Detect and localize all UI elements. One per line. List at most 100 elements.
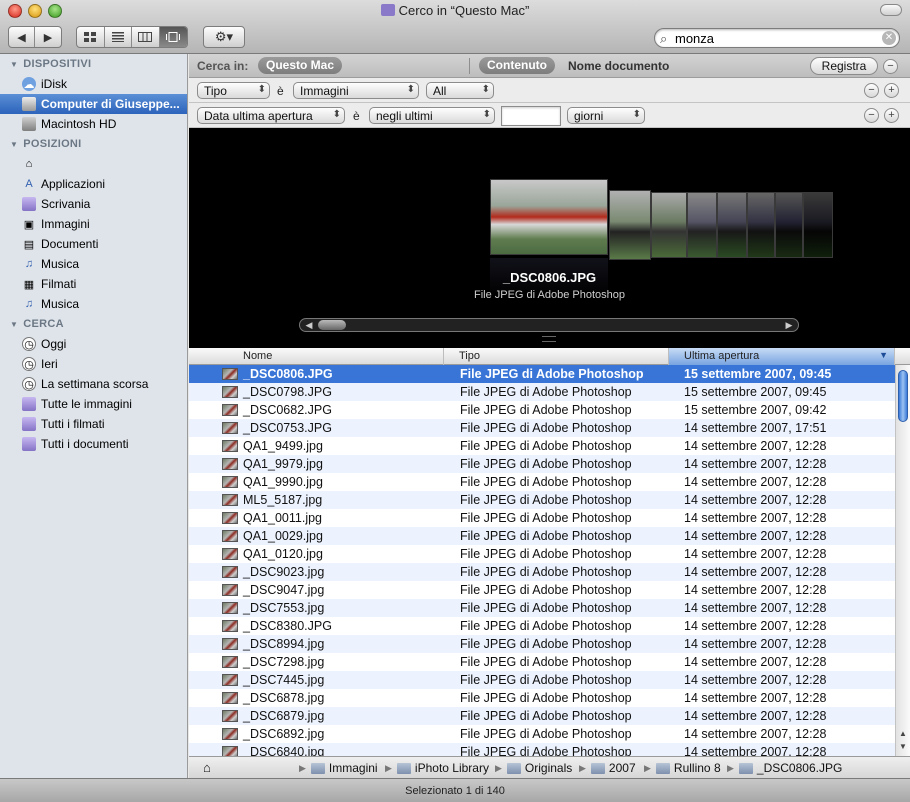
table-row[interactable]: _DSC6878.jpg File JPEG di Adobe Photoshop…: [189, 689, 895, 707]
add-criterion-button[interactable]: +: [884, 108, 899, 123]
sidebar-item[interactable]: Tutti i documenti: [0, 434, 187, 454]
unit-popup[interactable]: giorni: [567, 107, 645, 124]
resize-grip-icon[interactable]: [542, 336, 556, 342]
forward-button[interactable]: ▶: [35, 27, 61, 47]
filename-button[interactable]: Nome documento: [568, 59, 669, 73]
table-row[interactable]: _DSC0798.JPG File JPEG di Adobe Photoshop…: [189, 383, 895, 401]
scroll-knob[interactable]: [898, 370, 908, 422]
sidebar-item[interactable]: ◷ La settimana scorsa: [0, 374, 187, 394]
sidebar-item[interactable]: Computer di Giuseppe...: [0, 94, 187, 114]
content-button[interactable]: Contenuto: [479, 57, 555, 74]
sidebar-item[interactable]: ▦ Filmati: [0, 274, 187, 294]
folder-icon: [655, 762, 670, 774]
sidebar-item[interactable]: ▤ Documenti: [0, 234, 187, 254]
clear-search-button[interactable]: ✕: [882, 31, 896, 45]
table-row[interactable]: QA1_9499.jpg File JPEG di Adobe Photoshop…: [189, 437, 895, 455]
sidebar-item[interactable]: ♫ Musica: [0, 254, 187, 274]
column-header-kind[interactable]: Tipo: [444, 348, 669, 365]
sidebar-item[interactable]: ♫ Musica: [0, 294, 187, 314]
table-row[interactable]: _DSC6892.jpg File JPEG di Adobe Photoshop…: [189, 725, 895, 743]
days-input[interactable]: [501, 106, 561, 126]
coverflow-image[interactable]: [609, 190, 651, 260]
disclosure-triangle-icon[interactable]: ▼: [10, 320, 18, 329]
path-item[interactable]: ▶ _DSC0806.JPG: [727, 761, 842, 775]
table-row[interactable]: _DSC0806.JPG File JPEG di Adobe Photoshop…: [189, 365, 895, 383]
table-row[interactable]: _DSC9047.jpg File JPEG di Adobe Photoshop…: [189, 581, 895, 599]
scope-this-mac-button[interactable]: Questo Mac: [258, 57, 343, 74]
list-view-button[interactable]: [105, 27, 132, 47]
coverflow-image[interactable]: [775, 192, 803, 258]
table-row[interactable]: QA1_0011.jpg File JPEG di Adobe Photoshop…: [189, 509, 895, 527]
action-menu-button[interactable]: ⚙▾: [203, 26, 245, 48]
home-icon[interactable]: ⌂: [203, 760, 211, 775]
toolbar-toggle-button[interactable]: [880, 4, 902, 16]
table-row[interactable]: ML5_5187.jpg File JPEG di Adobe Photoshop…: [189, 491, 895, 509]
column-header-name[interactable]: Nome: [189, 348, 444, 365]
attribute-popup[interactable]: Data ultima apertura: [197, 107, 345, 124]
table-row[interactable]: _DSC6840.jpg File JPEG di Adobe Photoshop…: [189, 743, 895, 756]
table-row[interactable]: QA1_0029.jpg File JPEG di Adobe Photoshop…: [189, 527, 895, 545]
coverflow-view-button[interactable]: [159, 27, 187, 47]
table-row[interactable]: _DSC8380.JPG File JPEG di Adobe Photoshop…: [189, 617, 895, 635]
scroll-left-icon[interactable]: ◀: [302, 319, 316, 331]
disclosure-triangle-icon[interactable]: ▼: [10, 140, 18, 149]
icon-view-button[interactable]: [77, 27, 105, 47]
search-input[interactable]: [675, 30, 875, 46]
scroll-up-icon[interactable]: ▲: [896, 729, 910, 738]
table-row[interactable]: _DSC6879.jpg File JPEG di Adobe Photoshop…: [189, 707, 895, 725]
table-row[interactable]: _DSC9023.jpg File JPEG di Adobe Photoshop…: [189, 563, 895, 581]
sidebar-item[interactable]: ☁ iDisk: [0, 74, 187, 94]
path-item[interactable]: ▶ Immagini: [299, 761, 378, 775]
add-criterion-button[interactable]: +: [884, 83, 899, 98]
sidebar-item[interactable]: ◷ Ieri: [0, 354, 187, 374]
sidebar-item[interactable]: Scrivania: [0, 194, 187, 214]
sidebar-item[interactable]: Macintosh HD: [0, 114, 187, 134]
table-row[interactable]: _DSC0682.JPG File JPEG di Adobe Photoshop…: [189, 401, 895, 419]
coverflow-image[interactable]: [687, 192, 717, 258]
coverflow-image[interactable]: [717, 192, 747, 258]
table-row[interactable]: _DSC7298.jpg File JPEG di Adobe Photoshop…: [189, 653, 895, 671]
coverflow-image[interactable]: [803, 192, 833, 258]
remove-criterion-button[interactable]: −: [864, 83, 879, 98]
remove-criterion-button[interactable]: −: [864, 108, 879, 123]
path-item[interactable]: ▶ 2007: [579, 761, 636, 775]
sidebar-section-header[interactable]: ▼ POSIZIONI: [0, 134, 187, 154]
disclosure-triangle-icon[interactable]: ▼: [10, 60, 18, 69]
table-row[interactable]: QA1_9979.jpg File JPEG di Adobe Photoshop…: [189, 455, 895, 473]
table-row[interactable]: QA1_0120.jpg File JPEG di Adobe Photoshop…: [189, 545, 895, 563]
vertical-scrollbar[interactable]: ▲ ▼: [895, 365, 910, 756]
coverflow-scroll-knob[interactable]: [318, 320, 346, 330]
close-search-button[interactable]: −: [883, 59, 898, 74]
sidebar-item[interactable]: Tutte le immagini: [0, 394, 187, 414]
table-row[interactable]: _DSC0753.JPG File JPEG di Adobe Photoshop…: [189, 419, 895, 437]
table-row[interactable]: _DSC7445.jpg File JPEG di Adobe Photoshop…: [189, 671, 895, 689]
file-kind-cell: File JPEG di Adobe Photoshop: [460, 511, 632, 525]
sidebar-item[interactable]: ⌂: [0, 154, 187, 174]
coverflow-image[interactable]: [747, 192, 775, 258]
save-search-button[interactable]: Registra: [810, 57, 878, 75]
sidebar-item[interactable]: ▣ Immagini: [0, 214, 187, 234]
coverflow-image[interactable]: [651, 192, 687, 258]
attribute-popup[interactable]: Tipo: [197, 82, 270, 99]
path-item[interactable]: ▶ iPhoto Library: [385, 761, 489, 775]
path-item[interactable]: ▶ Originals: [495, 761, 572, 775]
range-popup[interactable]: negli ultimi: [369, 107, 495, 124]
back-button[interactable]: ◀: [9, 27, 36, 47]
subkind-popup[interactable]: All: [426, 82, 494, 99]
column-view-button[interactable]: [132, 27, 160, 47]
column-header-last-opened[interactable]: Ultima apertura ▼: [669, 348, 895, 365]
sidebar-section-header[interactable]: ▼ DISPOSITIVI: [0, 54, 187, 74]
kind-popup[interactable]: Immagini: [293, 82, 419, 99]
table-row[interactable]: QA1_9990.jpg File JPEG di Adobe Photoshop…: [189, 473, 895, 491]
table-row[interactable]: _DSC8994.jpg File JPEG di Adobe Photoshop…: [189, 635, 895, 653]
table-row[interactable]: _DSC7553.jpg File JPEG di Adobe Photoshop…: [189, 599, 895, 617]
coverflow-selected-image[interactable]: [490, 179, 608, 255]
path-item[interactable]: ▶ Rullino 8: [644, 761, 721, 775]
scroll-down-icon[interactable]: ▼: [896, 742, 910, 751]
coverflow-scrollbar[interactable]: ◀ ▶: [299, 318, 799, 332]
sidebar-item[interactable]: A Applicazioni: [0, 174, 187, 194]
sidebar-section-header[interactable]: ▼ CERCA: [0, 314, 187, 334]
sidebar-item[interactable]: Tutti i filmati: [0, 414, 187, 434]
sidebar-item[interactable]: ◷ Oggi: [0, 334, 187, 354]
scroll-right-icon[interactable]: ▶: [782, 319, 796, 331]
